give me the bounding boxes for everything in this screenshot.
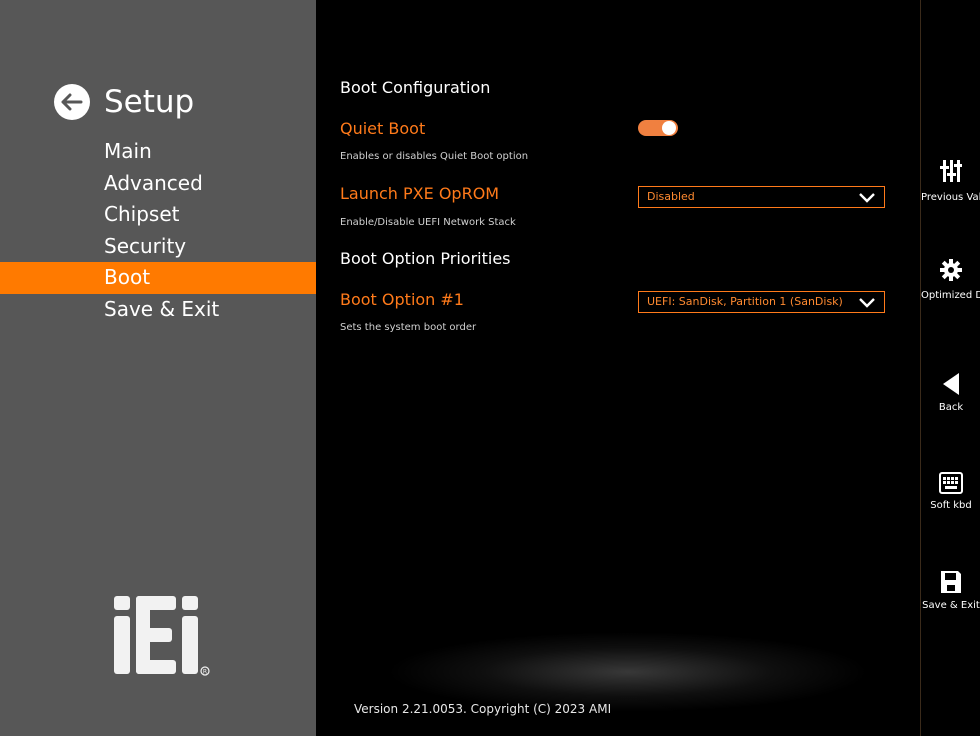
sidebar-item-advanced[interactable]: Advanced [0, 168, 316, 200]
save-exit-label: Save & Exit [922, 600, 980, 611]
keyboard-icon [939, 472, 963, 498]
optimized-defaults-button[interactable]: Optimized Defaults [921, 258, 980, 302]
optimized-defaults-label: Optimized Defaults [921, 290, 980, 301]
chevron-down-icon [858, 296, 876, 312]
boot-option-1-value: UEFI: SanDisk, Partition 1 (SanDisk) [647, 295, 843, 308]
previous-values-button[interactable]: Previous Values [921, 158, 980, 204]
sidebar-item-main[interactable]: Main [0, 136, 316, 168]
quiet-boot-label[interactable]: Quiet Boot [340, 119, 425, 138]
quiet-boot-toggle[interactable] [638, 120, 678, 136]
gear-icon [939, 259, 963, 286]
previous-values-label: Previous Values [921, 192, 980, 203]
quiet-boot-help: Enables or disables Quiet Boot option [340, 151, 529, 162]
sidebar: Setup Main Advanced Chipset Security Boo… [0, 0, 316, 736]
sidebar-item-boot[interactable]: Boot [0, 262, 316, 294]
sidebar-item-chipset[interactable]: Chipset [0, 199, 316, 231]
boot-option-1-dropdown[interactable]: UEFI: SanDisk, Partition 1 (SanDisk) [638, 291, 885, 313]
soft-kbd-button[interactable]: Soft kbd [921, 472, 980, 512]
section-boot-configuration: Boot Configuration [340, 78, 491, 97]
launch-pxe-help: Enable/Disable UEFI Network Stack [340, 217, 516, 228]
soft-kbd-label: Soft kbd [930, 500, 972, 511]
setup-title: Setup [104, 84, 195, 120]
sidebar-item-security[interactable]: Security [0, 231, 316, 263]
toggle-knob [662, 121, 676, 135]
back-label: Back [938, 402, 964, 413]
sidebar-item-save-exit[interactable]: Save & Exit [0, 294, 316, 326]
launch-pxe-value: Disabled [647, 190, 695, 203]
iei-logo: R [112, 596, 212, 682]
back-arrow-icon[interactable] [54, 84, 90, 120]
right-toolbar: Previous Values Optimized Defaults [920, 0, 980, 736]
back-triangle-icon [941, 373, 961, 400]
boot-option-1-help: Sets the system boot order [340, 322, 477, 333]
sidebar-nav: Main Advanced Chipset Security Boot Save… [0, 136, 316, 325]
section-boot-option-priorities: Boot Option Priorities [340, 249, 511, 268]
setup-header: Setup [54, 80, 194, 124]
version-text: Version 2.21.0053. Copyright (C) 2023 AM… [354, 702, 612, 716]
save-icon [940, 571, 962, 598]
boot-option-1-label[interactable]: Boot Option #1 [340, 290, 464, 309]
launch-pxe-dropdown[interactable]: Disabled [638, 186, 885, 208]
sliders-icon [940, 160, 962, 188]
save-exit-button[interactable]: Save & Exit [921, 570, 980, 612]
back-button[interactable]: Back [921, 372, 980, 414]
chevron-down-icon [858, 191, 876, 207]
main-panel: Boot Configuration Quiet Boot Enables or… [316, 0, 920, 736]
launch-pxe-label[interactable]: Launch PXE OpROM [340, 184, 499, 203]
svg-text:R: R [203, 669, 207, 676]
